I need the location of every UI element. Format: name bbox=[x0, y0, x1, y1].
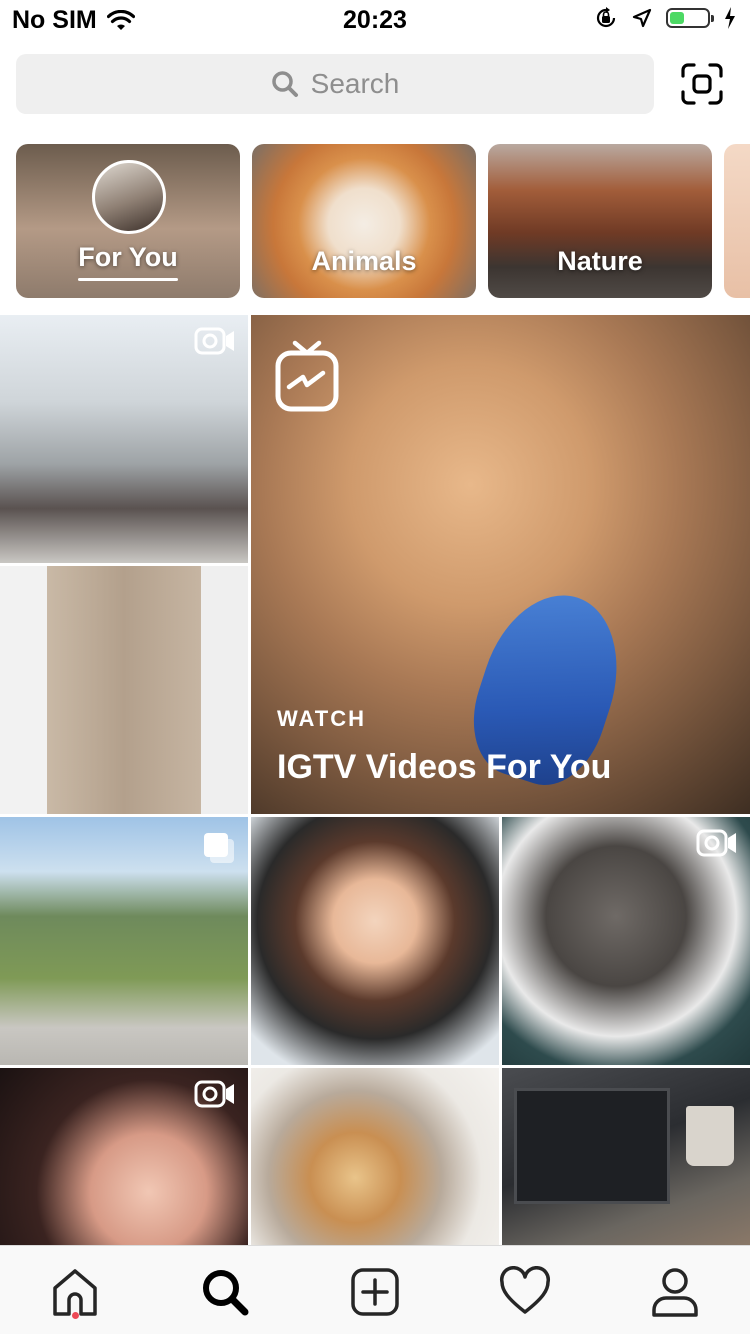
topic-card-partial[interactable] bbox=[724, 144, 750, 298]
tab-activity[interactable] bbox=[497, 1264, 553, 1320]
post-thumbnail[interactable] bbox=[0, 315, 248, 563]
post-thumbnail[interactable] bbox=[502, 817, 750, 1065]
video-camera-icon bbox=[194, 1080, 234, 1108]
topic-card-animals[interactable]: Animals bbox=[252, 144, 476, 298]
rotation-lock-icon bbox=[596, 7, 616, 28]
scan-qr-icon bbox=[681, 63, 723, 105]
video-indicator bbox=[194, 327, 236, 360]
laptop-screen bbox=[514, 1088, 670, 1204]
video-indicator bbox=[696, 829, 738, 862]
topic-label: For You bbox=[78, 242, 178, 272]
location-arrow-icon bbox=[632, 8, 652, 28]
video-camera-icon bbox=[194, 327, 234, 355]
home-icon bbox=[53, 1269, 97, 1316]
for-you-avatar bbox=[92, 160, 166, 234]
topic-card-for-you[interactable]: For You bbox=[16, 144, 240, 298]
igtv-feature-tile[interactable] bbox=[251, 315, 750, 814]
igtv-kicker: WATCH bbox=[277, 706, 367, 731]
heart-icon bbox=[499, 1266, 551, 1314]
tab-bar bbox=[0, 1245, 750, 1334]
search-icon bbox=[271, 71, 298, 97]
search-icon bbox=[203, 1270, 249, 1316]
igtv-icon bbox=[275, 340, 339, 412]
video-camera-icon bbox=[696, 829, 736, 857]
post-thumbnail[interactable] bbox=[251, 1068, 499, 1245]
person-icon bbox=[652, 1268, 698, 1317]
status-right bbox=[594, 6, 736, 30]
charging-bolt-icon bbox=[725, 7, 735, 29]
search-placeholder: Search bbox=[310, 68, 400, 99]
topic-card-nature[interactable]: Nature bbox=[488, 144, 712, 298]
post-thumbnail[interactable] bbox=[0, 1068, 248, 1245]
tab-search[interactable] bbox=[197, 1264, 253, 1320]
post-thumbnail[interactable] bbox=[251, 817, 499, 1065]
status-bar: No SIM 20:23 bbox=[0, 0, 750, 40]
scan-button[interactable] bbox=[680, 62, 724, 106]
igtv-badge bbox=[275, 339, 339, 418]
topic-label: Animals bbox=[311, 246, 417, 276]
carousel-indicator bbox=[202, 831, 236, 870]
notification-dot bbox=[72, 1312, 79, 1319]
selected-indicator bbox=[78, 278, 178, 281]
battery-icon bbox=[666, 8, 714, 28]
post-thumbnail[interactable] bbox=[502, 1068, 750, 1245]
topic-label: Nature bbox=[557, 246, 643, 276]
video-indicator bbox=[194, 1080, 236, 1113]
plus-square-icon bbox=[351, 1268, 399, 1316]
post-thumbnail[interactable] bbox=[0, 566, 248, 814]
tab-new-post[interactable] bbox=[347, 1264, 403, 1320]
multiple-photos-icon bbox=[204, 833, 234, 863]
search-input[interactable]: Search bbox=[16, 54, 654, 114]
topic-carousel: For You Animals Nature bbox=[16, 144, 750, 298]
battery-level bbox=[670, 12, 684, 24]
post-thumbnail[interactable] bbox=[0, 817, 248, 1065]
igtv-title: IGTV Videos For You bbox=[277, 748, 612, 786]
coffee-cup bbox=[686, 1106, 734, 1166]
tab-profile[interactable] bbox=[647, 1264, 703, 1320]
